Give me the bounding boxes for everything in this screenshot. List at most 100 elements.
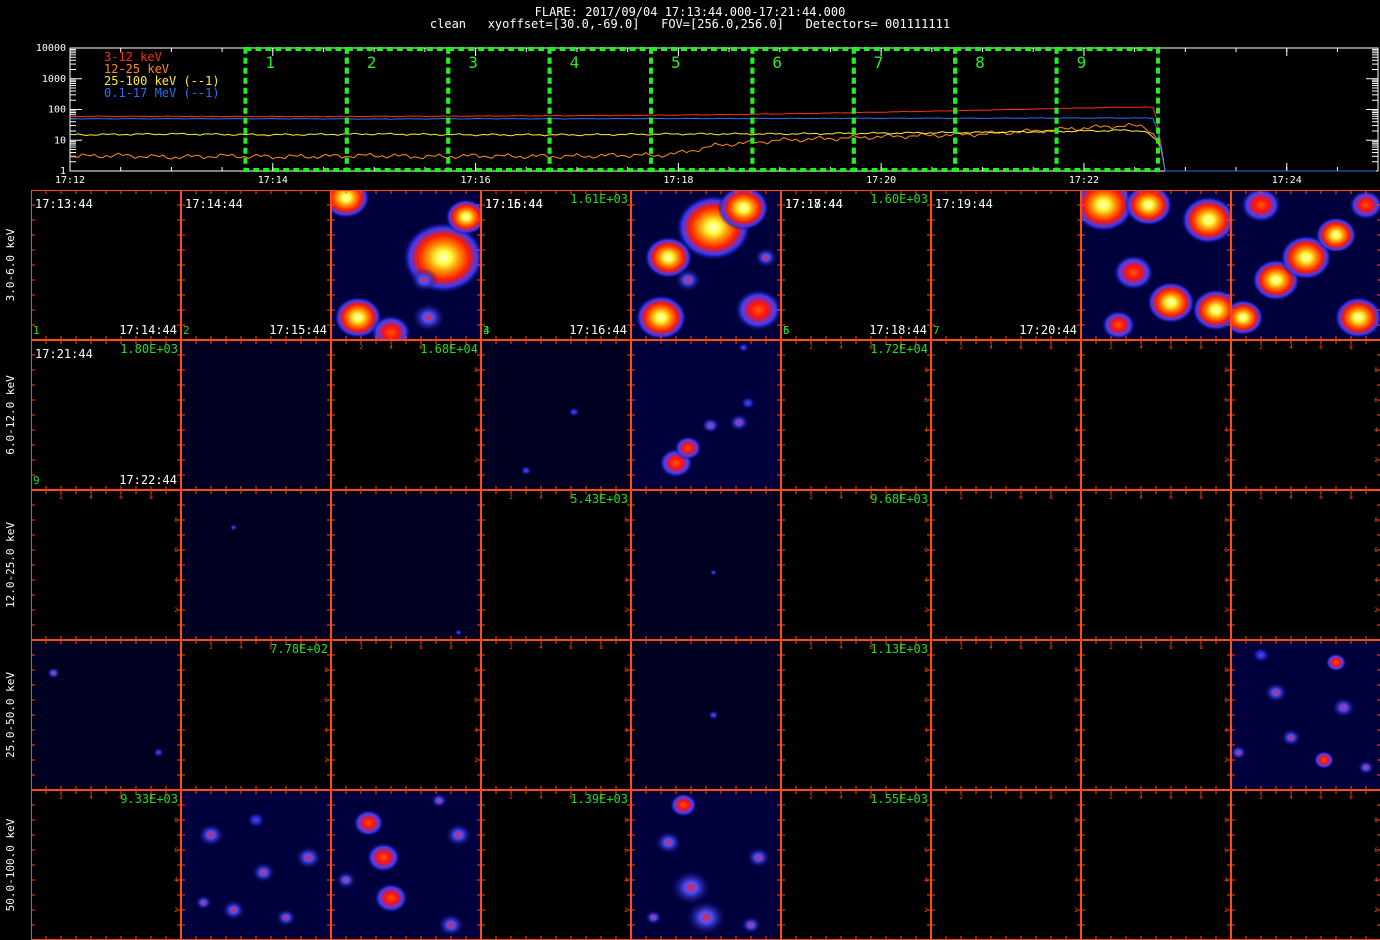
cell-tick-label: 2 (1374, 907, 1378, 914)
cell-tick-label: 2 (1109, 644, 1113, 651)
image-cell (1081, 190, 1231, 340)
cell-tick-label: 8 (1049, 494, 1053, 501)
emission-blob (366, 842, 401, 873)
cell-tick-label: 8 (1374, 517, 1378, 524)
cell-tick-label: 6 (1319, 494, 1323, 501)
cell-tick-label: 4 (839, 644, 843, 651)
cell-background (31, 640, 181, 790)
cell-tick-label: 6 (1224, 547, 1228, 554)
cell-background (31, 340, 181, 490)
cell-tick-label: 4 (539, 494, 543, 501)
cell-tick-label: 2 (1074, 457, 1078, 464)
y-tick-label: 10000 (36, 43, 66, 54)
cell-tick-label: 6 (924, 547, 928, 554)
cell-tick-label: 2 (509, 644, 513, 651)
cell-tick-label: 8 (624, 517, 628, 524)
cell-tick-label: 6 (1074, 397, 1078, 404)
cell-tick-label: 4 (174, 577, 178, 584)
cell-index: 4 (483, 324, 490, 337)
emission-blob (674, 436, 702, 460)
image-cell: 2 2 4 4 6 6 8 8 (331, 640, 481, 790)
emission-blob (294, 845, 323, 870)
cell-background (331, 640, 481, 790)
cell-tick-label: 2 (1109, 794, 1113, 801)
emission-blob (247, 812, 265, 828)
cell-tick-label: 2 (359, 344, 363, 351)
cell-background (931, 190, 1081, 340)
image-cell (331, 190, 481, 340)
emission-blob (1263, 682, 1289, 703)
image-cell: 2 2 4 4 6 6 8 8 (931, 340, 1081, 490)
emission-blob (352, 809, 385, 837)
emission-blob (701, 418, 720, 433)
cell-tick-label: 4 (1374, 877, 1378, 884)
cell-tick-label: 4 (1139, 644, 1143, 651)
image-cell: 17:14:44 17:15:44 2 (181, 190, 331, 340)
emission-blob (1331, 697, 1356, 718)
cell-tick-label: 2 (1374, 457, 1378, 464)
interval-box-9 (1054, 47, 1160, 172)
cell-tick-label: 8 (1374, 817, 1378, 824)
cell-tick-label: 2 (1074, 757, 1078, 764)
cell-tick-label: 6 (174, 547, 178, 554)
cell-tick-label: 6 (474, 397, 478, 404)
cell-end-time: 17:15:44 (269, 323, 327, 337)
cell-background (931, 340, 1081, 490)
emission-blob (753, 247, 779, 268)
cell-tick-label: 2 (474, 457, 478, 464)
image-cell: 224466889.68E+03 (781, 490, 931, 640)
lightcurve-chart: 11010010001000017:12 17:14 17:16 17:18 17:20… (36, 43, 1379, 186)
cell-start-time-overprint: 17:15:44 (485, 197, 543, 211)
image-cell: 17:21:44 17:22:44 9 1.80E+03 (31, 340, 181, 490)
emission-blob (410, 268, 438, 292)
cell-tick-label: 4 (924, 727, 928, 734)
cell-tick-label: 2 (924, 907, 928, 914)
cell-background (481, 640, 631, 790)
cell-tick-label: 2 (59, 794, 63, 801)
emission-blob (710, 569, 717, 576)
cell-background (331, 490, 481, 640)
cell-tick-label: 6 (1169, 494, 1173, 501)
cell-tick-label: 8 (1074, 667, 1078, 674)
image-cell: 2 2 4 4 6 6 8 8 (931, 790, 1081, 940)
emission-blob (1112, 254, 1155, 291)
emission-blob (153, 748, 164, 757)
cell-tick-label: 2 (1074, 607, 1078, 614)
cell-tick-label: 8 (624, 667, 628, 674)
cell-tick-label: 8 (924, 817, 928, 824)
cell-tick-label: 8 (1199, 644, 1203, 651)
interval-box-5 (648, 47, 755, 172)
emission-blob (717, 190, 770, 231)
series-line-0 (69, 106, 1376, 172)
cell-tick-label: 8 (474, 367, 478, 374)
emission-blob (654, 830, 683, 855)
cell-tick-label: 2 (1109, 494, 1113, 501)
emission-blob (1325, 653, 1347, 672)
cell-tick-label: 4 (1074, 877, 1078, 884)
cell-tick-label: 4 (839, 494, 843, 501)
cell-tick-label: 4 (1224, 427, 1228, 434)
cell-tick-label: 6 (1169, 644, 1173, 651)
cell-tick-label: 2 (624, 757, 628, 764)
cell-tick-label: 2 (1259, 794, 1263, 801)
cell-tick-label: 2 (959, 494, 963, 501)
cell-tick-label: 8 (599, 644, 603, 651)
cell-max-value: 1.72E+04 (870, 342, 928, 356)
cell-start-time: 17:19:44 (935, 197, 993, 211)
cell-tick-label: 8 (1049, 344, 1053, 351)
emission-blob (568, 407, 580, 417)
cell-tick-label: 8 (624, 817, 628, 824)
interval-box-6 (750, 47, 856, 172)
image-cell (631, 790, 781, 940)
cell-tick-label: 2 (1374, 607, 1378, 614)
cell-tick-label: 2 (1224, 907, 1228, 914)
interval-label: 1 (265, 53, 275, 72)
image-grid: 3.0-6.0 keV 6.0-12.0 keV 12.0-25.0 keV 25.0… (4, 190, 1380, 940)
cell-tick-label: 8 (1349, 494, 1353, 501)
cell-tick-label: 4 (389, 344, 393, 351)
image-cell (31, 640, 181, 790)
cell-background (931, 490, 1081, 640)
cell-background (181, 190, 331, 340)
cell-tick-label: 2 (809, 644, 813, 651)
interval-box-2 (344, 47, 451, 172)
